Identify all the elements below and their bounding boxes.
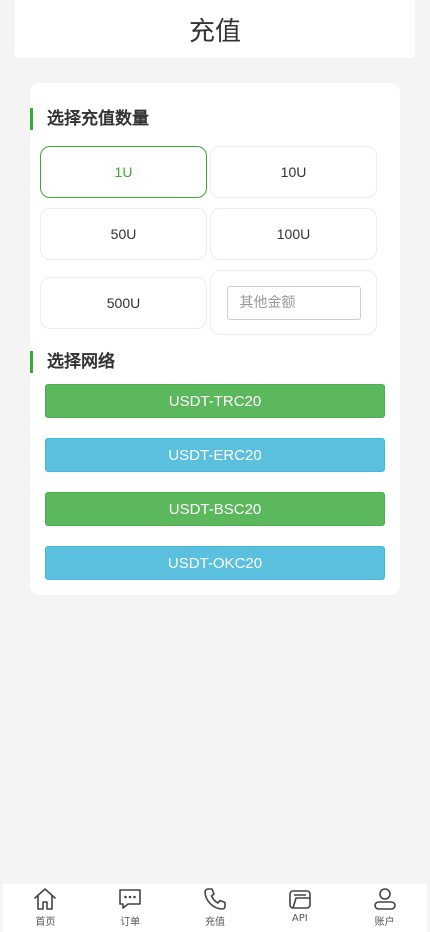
amount-option-10u[interactable]: 10U	[210, 146, 377, 198]
recharge-card: 选择充值数量 1U 10U 50U 100U 500U 选择网络 USDT-TR…	[30, 83, 400, 595]
amount-section-title: 选择充值数量	[30, 108, 149, 130]
amount-option-label: 10U	[280, 164, 307, 180]
network-button-label: USDT-BSC20	[168, 500, 262, 518]
network-button-bsc20[interactable]: USDT-BSC20	[45, 492, 385, 526]
amount-option-label: 1U	[114, 164, 133, 180]
amount-option-label: 50U	[110, 226, 137, 242]
amount-option-1u[interactable]: 1U	[40, 146, 207, 198]
page-title: 充值	[188, 16, 241, 47]
network-button-okc20[interactable]: USDT-OKC20	[45, 546, 385, 580]
tab-account[interactable]: 账户	[342, 884, 427, 932]
amount-option-label: 500U	[106, 295, 141, 311]
user-icon	[373, 888, 396, 910]
network-button-erc20[interactable]: USDT-ERC20	[45, 438, 385, 472]
folder-icon	[288, 890, 311, 909]
network-button-label: USDT-TRC20	[168, 392, 262, 410]
tab-label: 首页	[35, 917, 56, 928]
network-button-label: USDT-OKC20	[167, 554, 263, 572]
amount-option-label: 100U	[276, 226, 311, 242]
tab-api[interactable]: API	[257, 884, 342, 932]
tab-recharge[interactable]: 充值	[173, 884, 258, 932]
tab-label: 订单	[120, 917, 141, 928]
tab-home[interactable]: 首页	[3, 884, 88, 932]
bottom-tab-bar: 首页 订单 充值 API 账户	[3, 884, 427, 932]
network-section-title: 选择网络	[30, 351, 115, 373]
amount-option-500u[interactable]: 500U	[40, 277, 207, 329]
phone-icon	[204, 888, 226, 910]
tab-orders[interactable]: 订单	[88, 884, 173, 932]
page-header: 充值	[15, 0, 415, 58]
amount-option-100u[interactable]: 100U	[210, 208, 377, 260]
network-button-trc20[interactable]: USDT-TRC20	[45, 384, 385, 418]
network-button-label: USDT-ERC20	[168, 446, 262, 464]
tab-label: 账户	[374, 917, 395, 928]
amount-option-50u[interactable]: 50U	[40, 208, 207, 260]
other-amount-input[interactable]	[226, 285, 361, 320]
home-icon	[34, 888, 57, 910]
other-amount-cell	[210, 270, 377, 335]
tab-label: 充值	[204, 917, 225, 928]
tab-label: API	[291, 913, 308, 924]
chat-icon	[119, 889, 141, 909]
